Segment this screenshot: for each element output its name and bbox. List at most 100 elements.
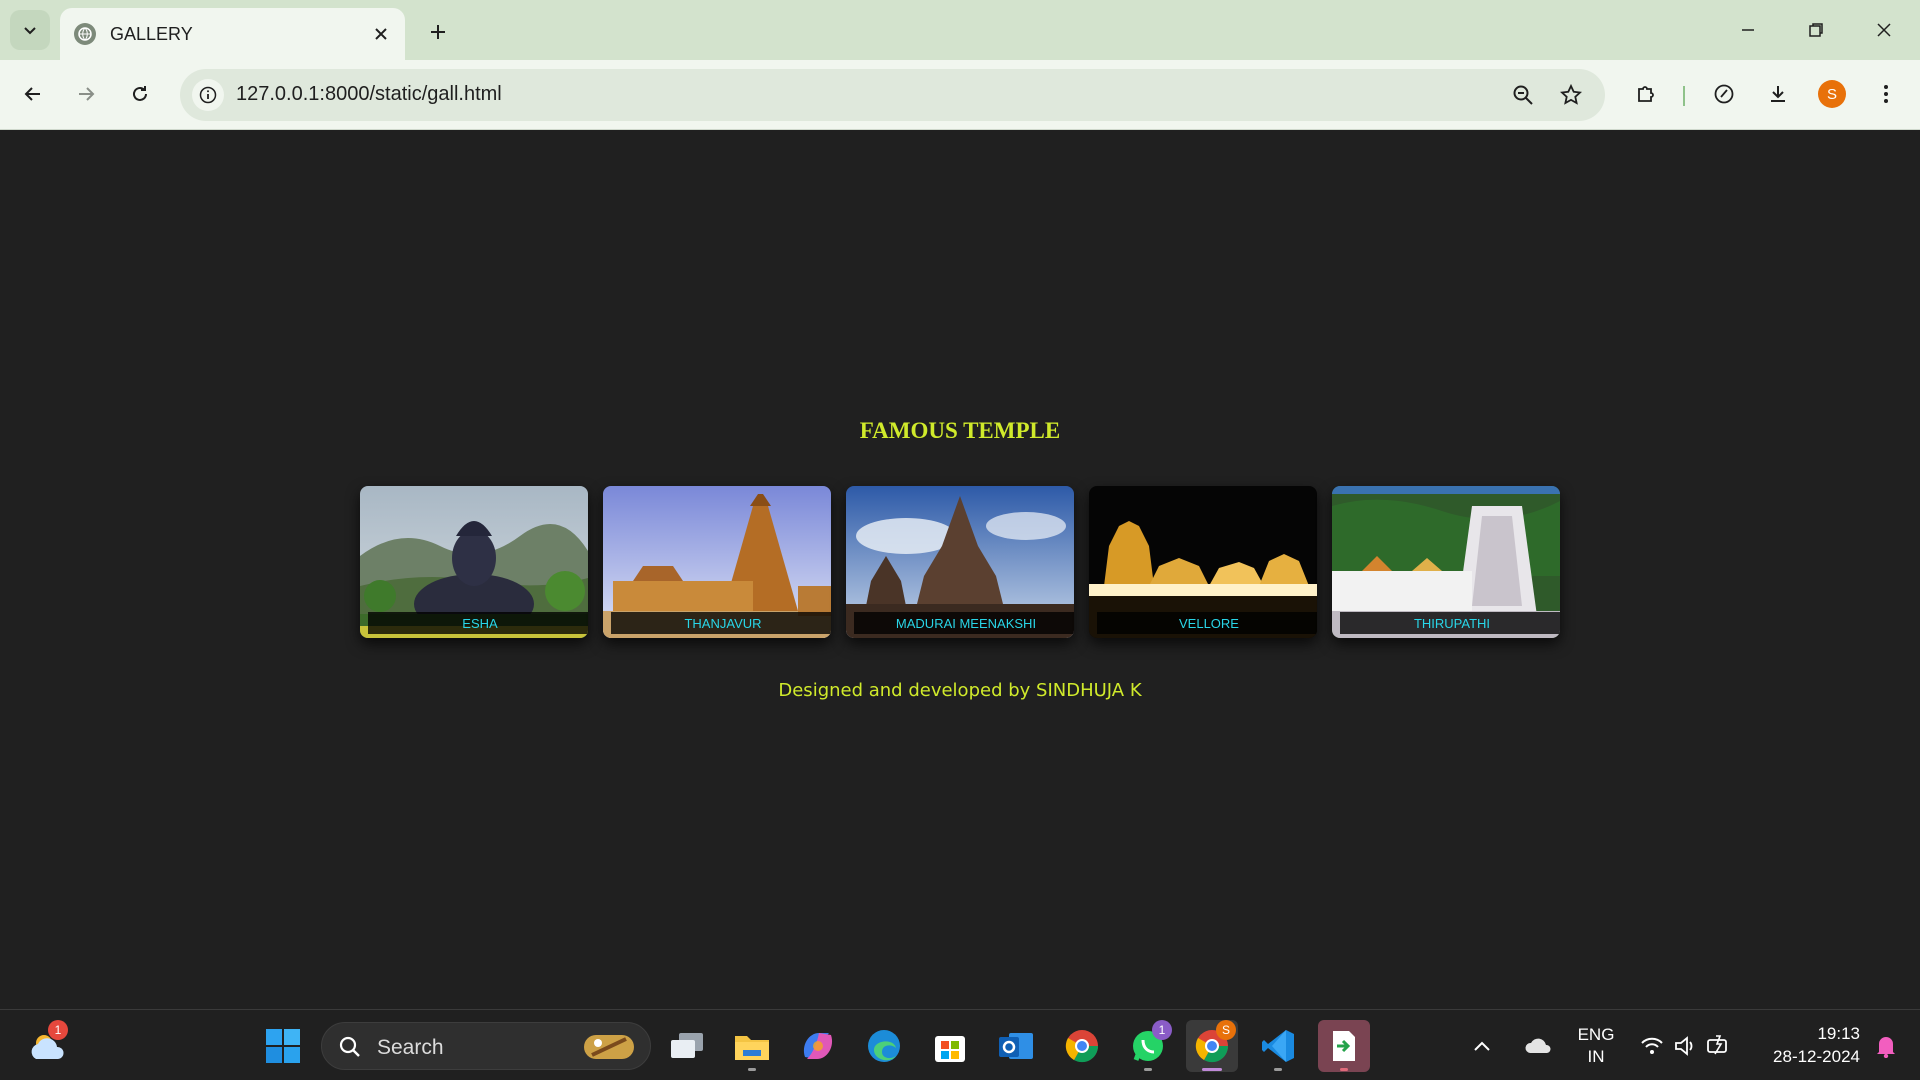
folder-icon xyxy=(735,1036,769,1060)
active-indicator xyxy=(1202,1068,1222,1071)
menu-button[interactable] xyxy=(1866,74,1906,114)
edge-icon xyxy=(868,1030,900,1062)
tab-title: GALLERY xyxy=(110,23,193,44)
taskbar-search[interactable]: Search xyxy=(321,1022,651,1070)
battery-plug-icon xyxy=(1707,1035,1727,1055)
notifications-button[interactable] xyxy=(1866,1020,1906,1072)
clock-date: 28-12-2024 xyxy=(1773,1047,1860,1066)
copilot-icon xyxy=(803,1033,833,1059)
gallery-card-madurai[interactable]: MADURAI MEENAKSHI xyxy=(846,486,1074,638)
card-caption: ESHA xyxy=(368,612,588,634)
bookmark-star-icon[interactable] xyxy=(1557,81,1585,109)
gallery-card-vellore[interactable]: VELLORE xyxy=(1089,486,1317,638)
new-tab-button[interactable] xyxy=(422,16,454,48)
store-button[interactable] xyxy=(924,1020,976,1072)
footer-credit: Designed and developed by SINDHUJA K xyxy=(778,680,1142,701)
language-indicator[interactable]: ENG IN xyxy=(1568,1020,1624,1072)
quick-settings-button[interactable] xyxy=(1636,1020,1736,1072)
minimize-button[interactable] xyxy=(1718,6,1778,54)
taskbar: 1 Search 1 S ENG IN 19:13 28-12-2024 xyxy=(0,1009,1920,1080)
performance-button[interactable] xyxy=(1704,74,1744,114)
card-caption: VELLORE xyxy=(1097,612,1317,634)
weather-badge: 1 xyxy=(48,1020,68,1040)
start-button[interactable] xyxy=(257,1020,309,1072)
whatsapp-badge: 1 xyxy=(1152,1020,1172,1040)
gallery-card-thirupathi[interactable]: THIRUPATHI xyxy=(1332,486,1560,638)
show-hidden-icons-button[interactable] xyxy=(1464,1020,1500,1072)
close-icon xyxy=(1877,23,1891,37)
minimize-icon xyxy=(1742,29,1754,31)
chrome-profile-button[interactable]: S xyxy=(1186,1020,1238,1072)
app-exit-button[interactable] xyxy=(1318,1020,1370,1072)
weather-widget[interactable]: 1 xyxy=(22,1020,74,1072)
vscode-button[interactable] xyxy=(1252,1020,1304,1072)
wifi-icon xyxy=(1641,1037,1663,1054)
gallery-card-thanjavur[interactable]: THANJAVUR xyxy=(603,486,831,638)
browser-toolbar: 127.0.0.1:8000/static/gall.html S xyxy=(0,60,1920,130)
restore-button[interactable] xyxy=(1786,6,1846,54)
running-indicator xyxy=(748,1068,756,1071)
zoom-icon[interactable] xyxy=(1509,81,1537,109)
extensions-button[interactable] xyxy=(1626,74,1666,114)
windows-icon xyxy=(266,1029,300,1063)
speedometer-icon xyxy=(1714,84,1734,104)
outlook-icon xyxy=(999,1033,1033,1059)
volume-icon xyxy=(1675,1036,1693,1056)
running-indicator xyxy=(1144,1068,1152,1071)
forward-button[interactable] xyxy=(66,74,106,114)
cloud-icon xyxy=(1525,1038,1551,1053)
profile-button[interactable]: S xyxy=(1812,74,1852,114)
exit-document-icon xyxy=(1333,1031,1355,1061)
search-icon xyxy=(339,1036,360,1057)
outlook-button[interactable] xyxy=(990,1020,1042,1072)
task-view-icon xyxy=(671,1033,703,1058)
more-vertical-icon xyxy=(1884,85,1888,103)
browser-tab-active[interactable]: GALLERY xyxy=(60,8,405,60)
file-explorer-button[interactable] xyxy=(726,1020,778,1072)
toolbar-divider xyxy=(1683,86,1685,106)
gallery: ESHA THANJAVUR MADURAI MEENAKSHI VELLORE… xyxy=(360,486,1560,638)
card-caption: MADURAI MEENAKSHI xyxy=(854,612,1074,634)
puzzle-icon xyxy=(1638,86,1654,102)
search-label: Search xyxy=(377,1036,444,1059)
download-icon xyxy=(1771,86,1785,102)
close-window-button[interactable] xyxy=(1854,6,1914,54)
gallery-card-esha[interactable]: ESHA xyxy=(360,486,588,638)
copilot-button[interactable] xyxy=(792,1020,844,1072)
language-line1: ENG xyxy=(1577,1025,1615,1044)
restore-icon xyxy=(1809,23,1823,37)
running-indicator xyxy=(1340,1068,1348,1071)
arrow-right-icon xyxy=(79,87,95,101)
arrow-left-icon xyxy=(24,87,40,101)
onedrive-button[interactable] xyxy=(1512,1020,1564,1072)
tab-search-button[interactable] xyxy=(10,10,50,50)
edge-button[interactable] xyxy=(858,1020,910,1072)
task-view-button[interactable] xyxy=(661,1020,713,1072)
chrome-icon xyxy=(1065,1030,1099,1063)
chrome-profile-badge: S xyxy=(1216,1020,1236,1040)
address-bar[interactable]: 127.0.0.1:8000/static/gall.html xyxy=(180,69,1605,121)
page-content: FAMOUS TEMPLE ESHA THANJAVUR MADURAI MEE… xyxy=(0,131,1920,1009)
site-info-icon[interactable] xyxy=(192,79,224,111)
card-caption: THIRUPATHI xyxy=(1340,612,1560,634)
running-indicator xyxy=(1274,1068,1282,1071)
clock[interactable]: 19:13 28-12-2024 xyxy=(1748,1020,1860,1072)
store-icon xyxy=(935,1036,965,1062)
vscode-icon xyxy=(1262,1030,1294,1062)
clock-time: 19:13 xyxy=(1817,1024,1860,1043)
globe-icon xyxy=(74,23,96,45)
browser-titlebar: GALLERY xyxy=(0,0,1920,60)
back-button[interactable] xyxy=(13,74,53,114)
bell-icon xyxy=(1877,1037,1895,1058)
tab-close-icon[interactable] xyxy=(369,22,393,46)
url-text[interactable]: 127.0.0.1:8000/static/gall.html xyxy=(236,83,502,106)
chevron-up-icon xyxy=(1474,1041,1490,1051)
chrome-button[interactable] xyxy=(1056,1020,1108,1072)
downloads-button[interactable] xyxy=(1758,74,1798,114)
avatar: S xyxy=(1818,80,1846,108)
page-title: FAMOUS TEMPLE xyxy=(859,418,1061,443)
chevron-down-icon xyxy=(24,27,36,35)
reload-button[interactable] xyxy=(120,74,160,114)
whatsapp-button[interactable]: 1 xyxy=(1122,1020,1174,1072)
plus-icon xyxy=(431,25,445,39)
